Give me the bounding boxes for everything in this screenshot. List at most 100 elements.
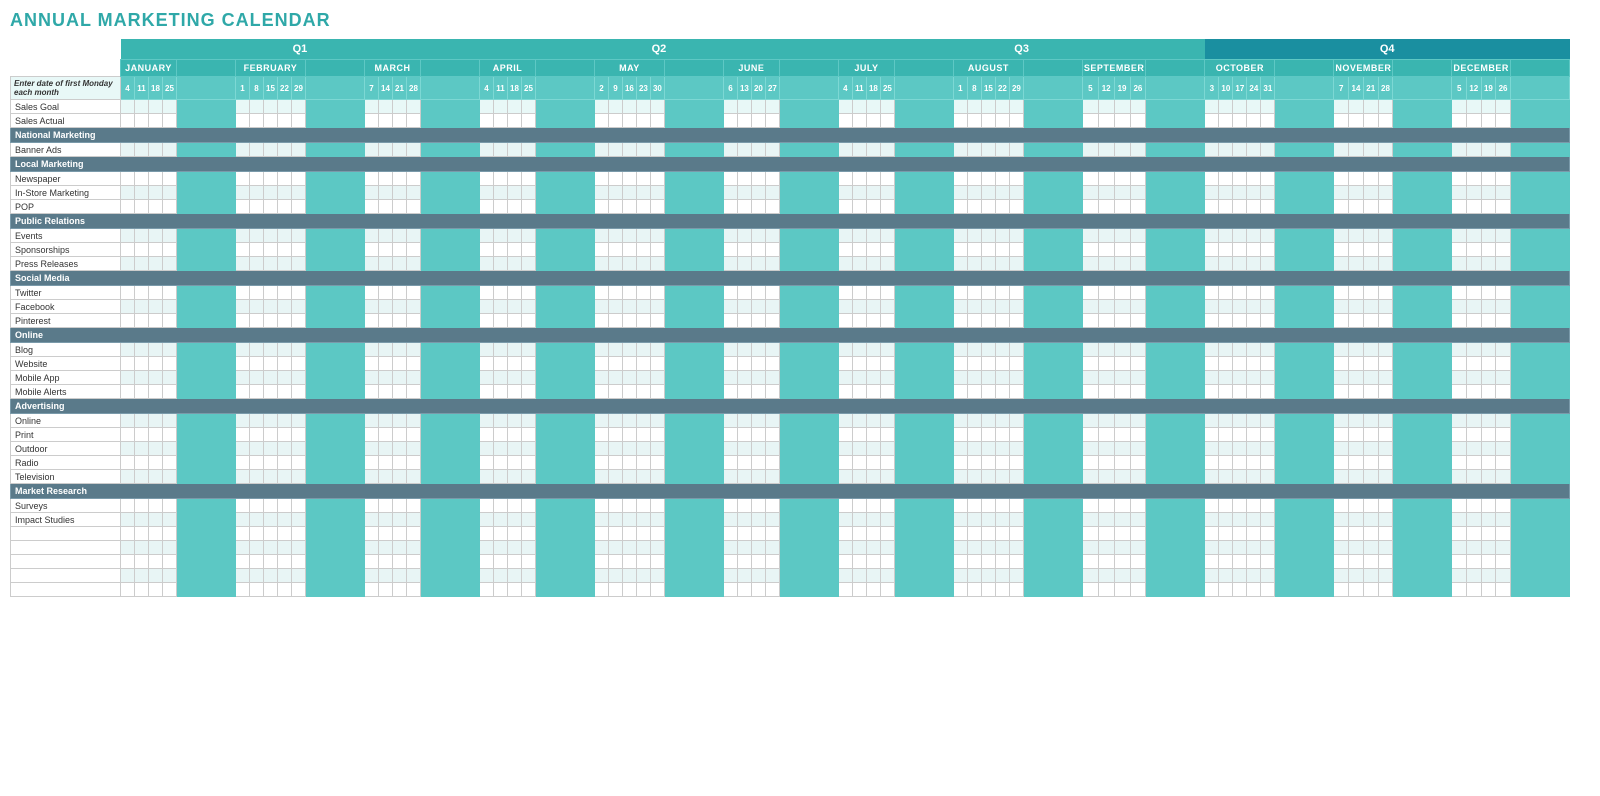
cell-9-0-2[interactable] (149, 229, 163, 243)
cell-29-3-3[interactable] (521, 513, 535, 527)
cell-13-7-3[interactable] (995, 286, 1009, 300)
cell-7-4-3[interactable] (636, 200, 650, 214)
cell-33-6-0[interactable] (838, 569, 852, 583)
cell-11-1-2[interactable] (263, 257, 277, 271)
cell-26-2-2[interactable] (392, 470, 406, 484)
cell-24-6-0[interactable] (838, 442, 852, 456)
cell-9-9-3[interactable] (1247, 229, 1261, 243)
cell-17-1-1[interactable] (249, 343, 263, 357)
cell-33-11-3[interactable] (1496, 569, 1511, 583)
cell-26-1-4[interactable] (291, 470, 305, 484)
cell-19-3-2[interactable] (507, 371, 521, 385)
cell-11-7-0[interactable] (953, 257, 967, 271)
cell-18-6-3[interactable] (880, 357, 894, 371)
cell-28-5-1[interactable] (737, 499, 751, 513)
cell-28-10-2[interactable] (1363, 499, 1378, 513)
cell-10-7-0[interactable] (953, 243, 967, 257)
cell-1-7-2[interactable] (981, 114, 995, 128)
cell-11-5-2[interactable] (751, 257, 765, 271)
cell-29-3-2[interactable] (507, 513, 521, 527)
cell-28-6-0[interactable] (838, 499, 852, 513)
cell-32-1-4[interactable] (291, 555, 305, 569)
cell-25-9-2[interactable] (1233, 456, 1247, 470)
cell-11-9-4[interactable] (1261, 257, 1275, 271)
cell-33-0-0[interactable] (121, 569, 135, 583)
cell-28-1-2[interactable] (263, 499, 277, 513)
cell-33-0-2[interactable] (149, 569, 163, 583)
cell-32-0-3[interactable] (163, 555, 177, 569)
cell-23-6-3[interactable] (880, 428, 894, 442)
cell-24-11-2[interactable] (1481, 442, 1496, 456)
cell-15-7-4[interactable] (1009, 314, 1023, 328)
cell-34-1-1[interactable] (249, 583, 263, 597)
cell-9-5-3[interactable] (765, 229, 779, 243)
cell-28-5-0[interactable] (723, 499, 737, 513)
cell-33-11-2[interactable] (1481, 569, 1496, 583)
cell-9-3-1[interactable] (493, 229, 507, 243)
cell-17-1-4[interactable] (291, 343, 305, 357)
cell-34-10-2[interactable] (1363, 583, 1378, 597)
cell-17-0-1[interactable] (135, 343, 149, 357)
cell-7-4-1[interactable] (608, 200, 622, 214)
cell-22-8-0[interactable] (1082, 414, 1098, 428)
cell-11-8-3[interactable] (1130, 257, 1146, 271)
cell-7-10-1[interactable] (1349, 200, 1364, 214)
cell-17-3-0[interactable] (479, 343, 493, 357)
cell-29-3-1[interactable] (493, 513, 507, 527)
cell-18-3-1[interactable] (493, 357, 507, 371)
cell-3-10-3[interactable] (1378, 143, 1393, 157)
cell-25-1-0[interactable] (235, 456, 249, 470)
cell-18-2-1[interactable] (378, 357, 392, 371)
cell-28-11-2[interactable] (1481, 499, 1496, 513)
cell-26-4-3[interactable] (636, 470, 650, 484)
cell-28-4-3[interactable] (636, 499, 650, 513)
cell-0-9-2[interactable] (1233, 100, 1247, 114)
cell-10-1-0[interactable] (235, 243, 249, 257)
cell-28-0-2[interactable] (149, 499, 163, 513)
cell-9-8-2[interactable] (1114, 229, 1130, 243)
cell-34-6-3[interactable] (880, 583, 894, 597)
cell-7-5-2[interactable] (751, 200, 765, 214)
cell-9-3-3[interactable] (521, 229, 535, 243)
cell-26-10-2[interactable] (1363, 470, 1378, 484)
cell-26-9-2[interactable] (1233, 470, 1247, 484)
cell-18-9-0[interactable] (1205, 357, 1219, 371)
cell-26-2-1[interactable] (378, 470, 392, 484)
cell-34-6-2[interactable] (866, 583, 880, 597)
cell-18-8-2[interactable] (1114, 357, 1130, 371)
cell-1-1-2[interactable] (263, 114, 277, 128)
cell-6-4-1[interactable] (608, 186, 622, 200)
cell-19-3-3[interactable] (521, 371, 535, 385)
cell-14-9-2[interactable] (1233, 300, 1247, 314)
cell-9-7-3[interactable] (995, 229, 1009, 243)
cell-32-6-0[interactable] (838, 555, 852, 569)
cell-30-3-2[interactable] (507, 527, 521, 541)
cell-29-2-1[interactable] (378, 513, 392, 527)
cell-10-7-1[interactable] (967, 243, 981, 257)
cell-15-9-2[interactable] (1233, 314, 1247, 328)
cell-14-11-2[interactable] (1481, 300, 1496, 314)
cell-17-0-3[interactable] (163, 343, 177, 357)
cell-14-4-0[interactable] (594, 300, 608, 314)
cell-33-6-2[interactable] (866, 569, 880, 583)
cell-6-1-4[interactable] (291, 186, 305, 200)
cell-5-5-0[interactable] (723, 172, 737, 186)
cell-0-7-1[interactable] (967, 100, 981, 114)
cell-24-7-3[interactable] (995, 442, 1009, 456)
cell-29-5-1[interactable] (737, 513, 751, 527)
cell-20-4-2[interactable] (622, 385, 636, 399)
cell-20-9-2[interactable] (1233, 385, 1247, 399)
cell-31-8-1[interactable] (1098, 541, 1114, 555)
cell-33-6-1[interactable] (852, 569, 866, 583)
cell-20-1-0[interactable] (235, 385, 249, 399)
cell-13-4-0[interactable] (594, 286, 608, 300)
cell-23-10-0[interactable] (1334, 428, 1349, 442)
cell-18-5-2[interactable] (751, 357, 765, 371)
cell-32-7-4[interactable] (1009, 555, 1023, 569)
cell-29-1-4[interactable] (291, 513, 305, 527)
cell-20-9-1[interactable] (1219, 385, 1233, 399)
cell-28-10-3[interactable] (1378, 499, 1393, 513)
cell-19-2-0[interactable] (364, 371, 378, 385)
cell-5-8-3[interactable] (1130, 172, 1146, 186)
cell-3-10-1[interactable] (1349, 143, 1364, 157)
